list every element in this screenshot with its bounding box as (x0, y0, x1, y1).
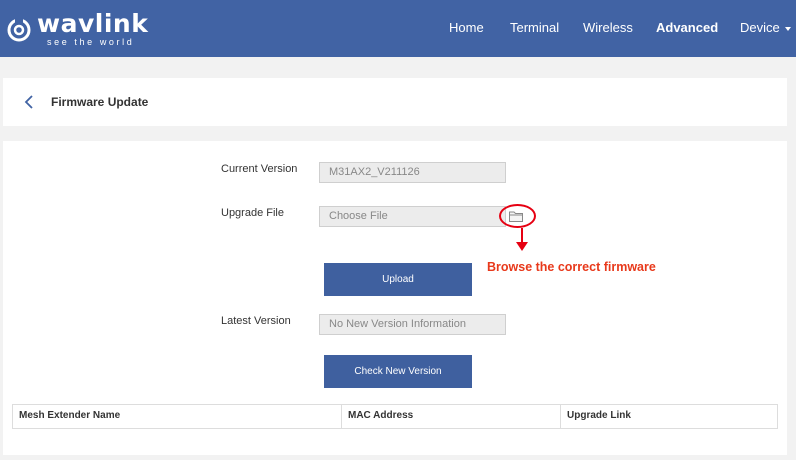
column-header-upgrade-link: Upgrade Link (567, 410, 631, 421)
upgrade-file-label: Upgrade File (221, 207, 284, 219)
logo-text: wavlink (37, 9, 149, 38)
mesh-extender-table: Mesh Extender Name MAC Address Upgrade L… (12, 404, 778, 429)
nav-terminal[interactable]: Terminal (510, 20, 559, 35)
caret-down-icon (784, 26, 791, 31)
page-title: Firmware Update (51, 95, 149, 109)
upload-button[interactable]: Upload (324, 263, 472, 296)
nav-advanced[interactable]: Advanced (656, 20, 718, 35)
chevron-left-icon[interactable] (23, 95, 35, 109)
logo-icon (7, 17, 31, 42)
annotation-arrow-line (521, 228, 523, 243)
current-version-label: Current Version (221, 163, 298, 175)
upgrade-file-input[interactable]: Choose File (319, 206, 506, 227)
logo-tagline: see the world (47, 37, 135, 47)
nav-device-label: Device (740, 20, 780, 35)
column-header-mesh-extender-name: Mesh Extender Name (13, 405, 342, 428)
arrow-down-icon (516, 242, 528, 251)
top-navigation-bar: wavlink see the world Home Terminal Wire… (0, 0, 796, 57)
latest-version-field: No New Version Information (319, 314, 506, 335)
annotation-highlight-ring (499, 204, 536, 228)
annotation-text: Browse the correct firmware (487, 260, 656, 274)
nav-wireless[interactable]: Wireless (583, 20, 633, 35)
nav-home[interactable]: Home (449, 20, 484, 35)
column-header-mac-address: MAC Address (342, 405, 561, 428)
nav-device[interactable]: Device (740, 20, 791, 35)
current-version-field: M31AX2_V211126 (319, 162, 506, 183)
latest-version-label: Latest Version (221, 315, 291, 327)
check-new-version-button[interactable]: Check New Version (324, 355, 472, 388)
page-header-card: Firmware Update (3, 78, 787, 126)
firmware-update-panel: Current Version M31AX2_V211126 Upgrade F… (3, 141, 787, 455)
